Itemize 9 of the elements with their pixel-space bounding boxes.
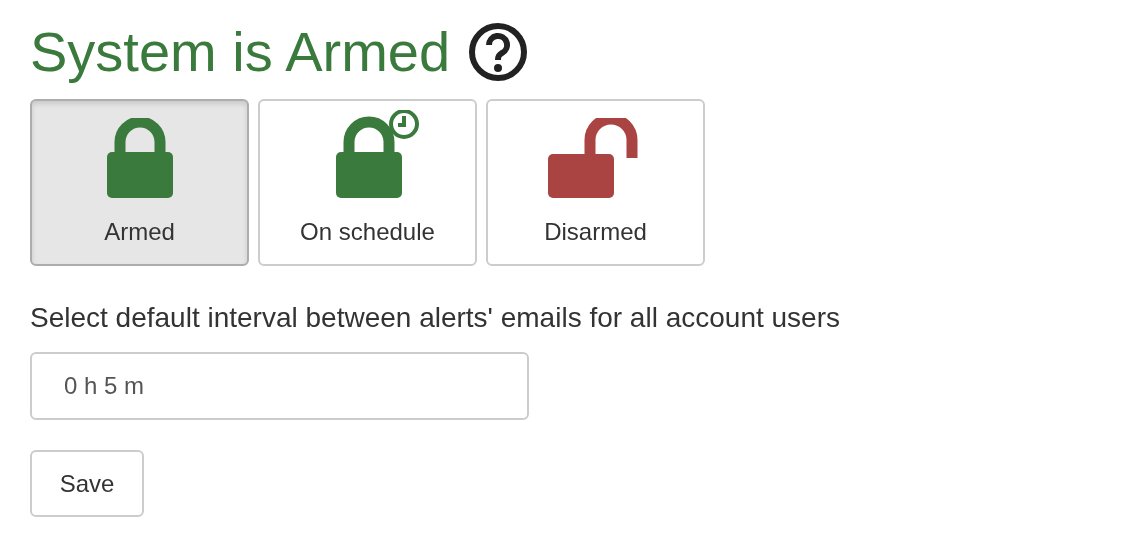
save-button[interactable]: Save xyxy=(30,450,144,518)
help-icon[interactable] xyxy=(468,21,529,82)
mode-button[interactable]: Disarmed xyxy=(486,99,705,267)
mode-button[interactable]: On schedule xyxy=(258,99,477,267)
interval-label: Select default interval between alerts' emails for all account users xyxy=(30,302,841,335)
page-title: System is Armed xyxy=(30,19,451,85)
mode-button[interactable]: Armed xyxy=(30,99,249,267)
interval-field[interactable]: 0 h 5 m xyxy=(30,352,529,421)
lock-icon xyxy=(106,118,173,199)
